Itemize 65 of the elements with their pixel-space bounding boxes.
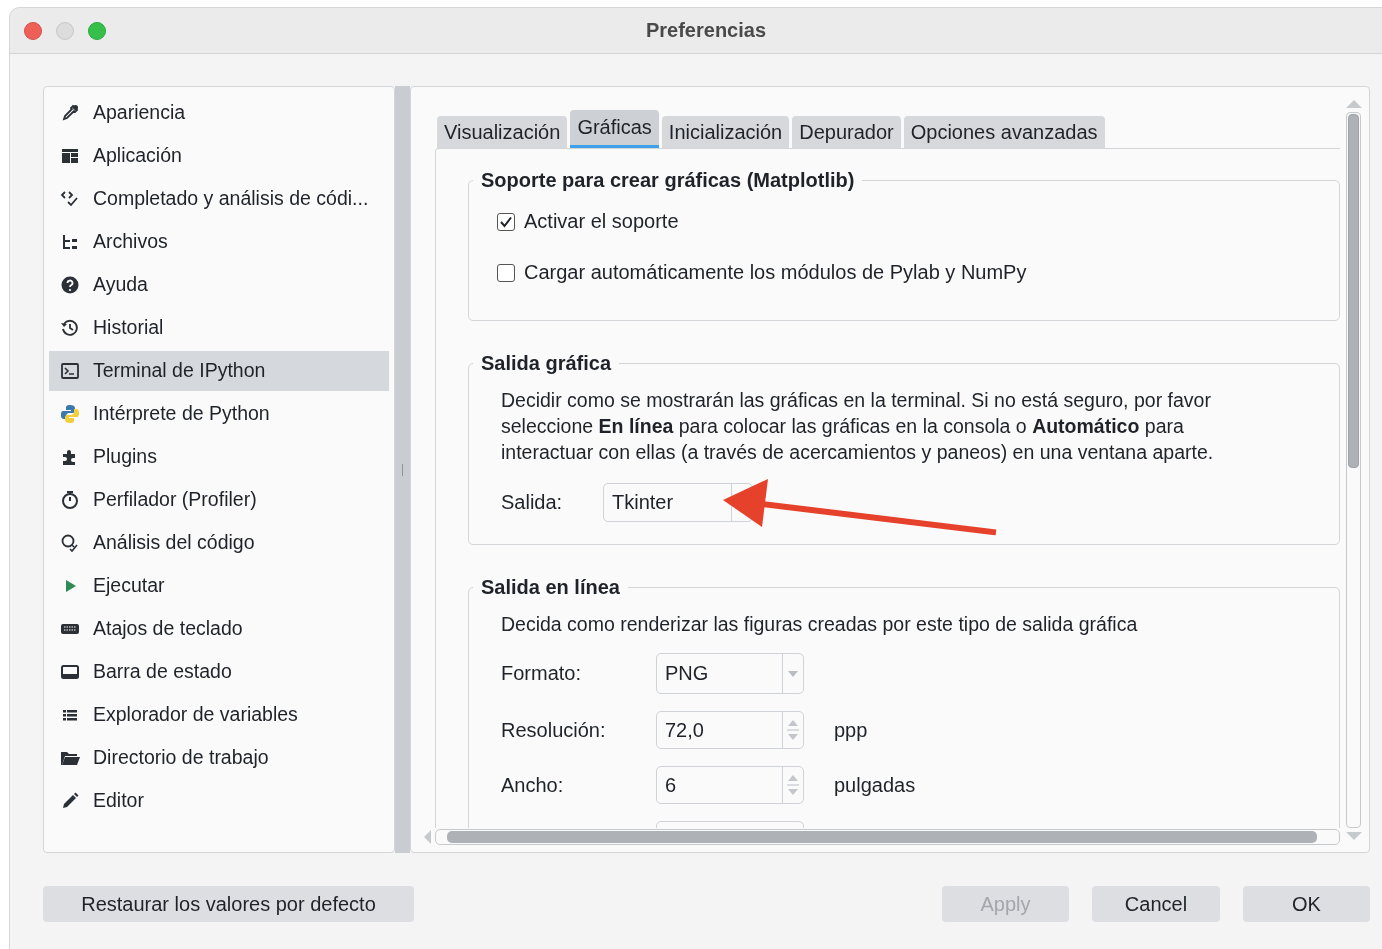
vertical-scrollbar[interactable]	[1345, 98, 1362, 840]
checkbox[interactable]	[497, 263, 515, 282]
sidebar-item[interactable]: Análisis del código	[49, 521, 389, 564]
spin-box[interactable]: 6	[656, 766, 804, 804]
checkbox[interactable]	[497, 212, 515, 231]
field-label: Salida:	[501, 491, 564, 514]
sidebar-item[interactable]: Ayuda	[49, 263, 389, 306]
sidebar-item[interactable]: Ejecutar	[49, 564, 389, 607]
pencil-icon	[60, 790, 80, 811]
field-label: Resolución:	[501, 718, 607, 742]
group-title: Soporte para crear gráficas (Matplotlib)	[480, 169, 856, 192]
checkbox-label: Cargar automáticamente los módulos de Pylab y NumPy	[524, 261, 1027, 284]
field-label: Formato:	[501, 662, 583, 685]
code-check-icon	[60, 188, 80, 209]
dialog-button[interactable]: Restaurar los valores por defecto	[43, 886, 414, 922]
window-title: Preferencias	[644, 19, 767, 42]
zoom-button[interactable]	[88, 21, 106, 40]
horizontal-scrollbar[interactable]	[424, 828, 1340, 845]
sidebar-item[interactable]: Perfilador (Profiler)	[49, 478, 389, 521]
description-text: Decidir como se mostrarán las gráficas en la terminal. Si no está seguro, por favor seleccione En línea para colocar las gráficas en la consola o Automático para interactuar con ellas (a través de acercamientos y paneos) en una ventana aparte.	[501, 388, 1215, 465]
tab[interactable]: Visualización	[437, 116, 568, 148]
sidebar-item[interactable]: Directorio de trabajo	[49, 736, 389, 779]
caret-icon	[788, 670, 798, 677]
sidebar-item[interactable]: Intérprete de Python	[49, 392, 389, 435]
scroll-down-icon[interactable]	[1345, 832, 1362, 840]
spin-box[interactable]: 72,0	[656, 711, 804, 749]
tab[interactable]: Gráficas	[570, 110, 659, 148]
sidebar-item[interactable]: Historial	[49, 306, 389, 349]
sidebar-item[interactable]: Archivos	[49, 220, 389, 263]
history-icon	[60, 317, 80, 338]
group-title: Salida gráfica	[480, 352, 613, 375]
sidebar-item[interactable]: Editor	[49, 779, 389, 822]
tab[interactable]: Depurador	[792, 116, 901, 148]
dropdown[interactable]: Tkinter	[603, 483, 753, 522]
dropdown[interactable]: PNG	[656, 653, 804, 694]
scroll-up-icon[interactable]	[1345, 100, 1362, 108]
close-button[interactable]	[24, 21, 42, 40]
field-label: Ancho:	[501, 773, 565, 797]
unit-label: pulgadas	[834, 773, 916, 797]
sidebar-item[interactable]: Apariencia	[49, 91, 389, 134]
scroll-thumb[interactable]	[447, 830, 1317, 843]
tab[interactable]: Opciones avanzadas	[903, 116, 1105, 148]
dialog-button[interactable]: Cancel	[1092, 886, 1220, 922]
pipette-icon	[60, 102, 80, 123]
scroll-thumb[interactable]	[1348, 114, 1359, 468]
sidebar-item[interactable]: Completado y análisis de códi...	[49, 177, 389, 220]
sidebar-item[interactable]: Plugins	[49, 435, 389, 478]
sidebar-item[interactable]: Explorador de variables	[49, 693, 389, 736]
scroll-left-icon[interactable]	[424, 829, 431, 844]
unit-label: ppp	[834, 718, 868, 742]
sidebar-item[interactable]: Terminal de IPython	[49, 350, 389, 391]
dialog-button[interactable]: OK	[1243, 886, 1370, 922]
terminal-icon	[60, 360, 80, 381]
description-text: Decida como renderizar las figuras creadas por este tipo de salida gráfica	[501, 612, 1139, 637]
help-icon	[60, 274, 80, 295]
sidebar-item[interactable]: Barra de estado	[49, 650, 389, 693]
tab[interactable]: Inicialización	[661, 116, 790, 148]
checkbox-label: Activar el soporte	[524, 210, 679, 233]
group-title: Salida en línea	[480, 576, 621, 599]
stopwatch-icon	[60, 489, 80, 510]
sidebar-item[interactable]: Aplicación	[49, 134, 389, 177]
sidebar-item[interactable]: Atajos de teclado	[49, 607, 389, 650]
minimize-button[interactable]	[56, 21, 74, 40]
search-check-icon	[60, 532, 80, 553]
python-icon	[60, 403, 80, 424]
